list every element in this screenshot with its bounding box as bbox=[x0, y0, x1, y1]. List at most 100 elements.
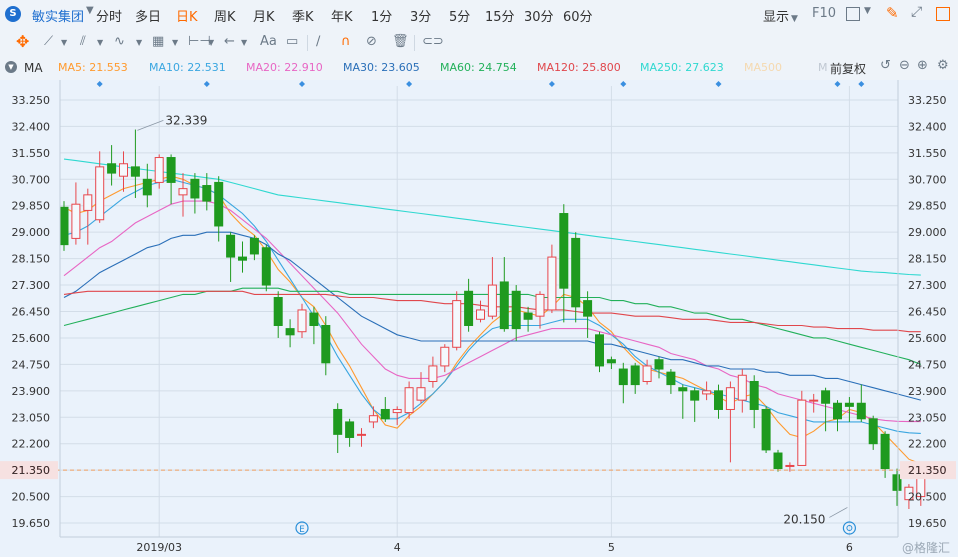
candle bbox=[59, 201, 69, 251]
link-icon[interactable]: ⊂⊃ bbox=[422, 34, 444, 50]
ma-legend-item[interactable]: M bbox=[818, 61, 828, 74]
y-tick-label-left: 22.200 bbox=[12, 438, 51, 451]
period-tab-4[interactable]: 月K bbox=[253, 6, 275, 25]
pencil-icon[interactable]: ✎ bbox=[886, 4, 899, 22]
candle-body bbox=[380, 408, 390, 420]
stock-name[interactable]: 敏实集团 bbox=[32, 6, 84, 25]
text-tool-icon[interactable]: Aa bbox=[260, 34, 277, 50]
candle-body bbox=[690, 390, 700, 401]
y-tick-label-right: 22.200 bbox=[908, 438, 947, 451]
candle-body bbox=[297, 309, 307, 333]
period-tab-11[interactable]: 30分 bbox=[524, 6, 554, 25]
adjust-price-button[interactable]: 前复权 bbox=[830, 60, 866, 77]
fullscreen-icon[interactable] bbox=[936, 7, 950, 21]
ma-legend-item[interactable]: MA250: 27.623 bbox=[640, 61, 724, 74]
f10-button[interactable]: F10 bbox=[812, 6, 836, 21]
period-tab-1[interactable]: 多日 bbox=[135, 6, 161, 25]
candle-body bbox=[166, 157, 176, 183]
zoom-in-icon[interactable]: ⊕ bbox=[917, 58, 928, 73]
stock-dropdown-icon[interactable]: ▼ bbox=[86, 5, 94, 16]
chevron-down-icon[interactable]: ▼ bbox=[61, 35, 67, 51]
candle-body bbox=[844, 402, 854, 407]
ma-legend-item[interactable]: MA5: 21.553 bbox=[58, 61, 128, 74]
ma-legend-item[interactable]: MA120: 25.800 bbox=[537, 61, 621, 74]
candle bbox=[452, 291, 462, 351]
y-tick-label-right: 29.000 bbox=[908, 226, 947, 239]
candle-body bbox=[130, 166, 140, 177]
period-tab-0[interactable]: 分时 bbox=[96, 6, 122, 25]
candle-body bbox=[773, 452, 783, 470]
candle-body bbox=[428, 365, 438, 382]
candle-body bbox=[833, 402, 842, 420]
period-tab-9[interactable]: 5分 bbox=[449, 6, 470, 25]
ma-legend-item[interactable]: MA20: 22.910 bbox=[246, 61, 323, 74]
candle-body bbox=[868, 418, 878, 445]
candle-body bbox=[261, 247, 271, 286]
ma-legend-item[interactable]: MA500 bbox=[744, 61, 782, 74]
y-tick-label-right: 29.850 bbox=[908, 200, 947, 213]
reset-icon[interactable]: ↺ bbox=[880, 58, 891, 73]
period-tab-12[interactable]: 60分 bbox=[563, 6, 593, 25]
period-tab-6[interactable]: 年K bbox=[331, 6, 353, 25]
channel-tool-icon[interactable]: ⫽ bbox=[80, 34, 86, 50]
wave-tool-icon[interactable]: ∿ bbox=[114, 34, 125, 50]
display-label: 显示 bbox=[763, 10, 790, 25]
period-tab-10[interactable]: 15分 bbox=[485, 6, 515, 25]
y-tick-label-left: 29.000 bbox=[12, 226, 51, 239]
period-tab-5[interactable]: 季K bbox=[292, 6, 314, 25]
hide-drawings-icon[interactable]: ⊘ bbox=[366, 34, 377, 50]
candle-body bbox=[809, 399, 819, 402]
ma-legend-item[interactable]: MA60: 24.754 bbox=[440, 61, 517, 74]
candle-body bbox=[547, 256, 557, 311]
settings-icon[interactable]: ⚙ bbox=[937, 58, 949, 73]
candle-body bbox=[214, 181, 224, 227]
candle-body bbox=[154, 157, 164, 183]
candle-body bbox=[190, 178, 200, 199]
trash-icon[interactable]: 🗑 bbox=[392, 34, 409, 50]
chevron-down-icon[interactable]: ▼ bbox=[97, 35, 103, 51]
zoom-out-icon[interactable]: ⊖ bbox=[899, 58, 910, 73]
indicator-dropdown-icon[interactable]: ▼ bbox=[5, 61, 17, 73]
arrow-tool-icon[interactable]: ← bbox=[224, 34, 235, 50]
candle-body bbox=[725, 387, 735, 410]
candle-body bbox=[821, 390, 831, 404]
ruler-tool-icon[interactable]: ∕ bbox=[316, 34, 320, 50]
ma-legend-item[interactable]: MA30: 23.605 bbox=[343, 61, 420, 74]
y-tick-label-left: 26.450 bbox=[12, 306, 51, 319]
ma-legend-item[interactable]: MA10: 22.531 bbox=[149, 61, 226, 74]
indicator-name[interactable]: MA bbox=[24, 61, 43, 75]
candle-body bbox=[511, 290, 521, 330]
expand-icon[interactable]: ⤢ bbox=[911, 4, 922, 20]
chevron-down-icon[interactable]: ▼ bbox=[241, 35, 247, 51]
x-tick-label: 6 bbox=[846, 541, 853, 554]
period-tab-3[interactable]: 周K bbox=[214, 6, 236, 25]
y-tick-label-right: 20.500 bbox=[908, 491, 947, 504]
kline-chart[interactable]: 21.350 21.350 32.339 20.150 E @格隆汇 33.250 33.2… bbox=[0, 80, 958, 557]
candle-body bbox=[618, 368, 628, 386]
y-tick-label-left: 23.050 bbox=[12, 411, 51, 424]
candle-body bbox=[630, 365, 640, 386]
period-tab-2[interactable]: 日K bbox=[176, 6, 198, 25]
chevron-down-icon[interactable]: ▼ bbox=[208, 35, 214, 51]
candle bbox=[595, 331, 604, 373]
candle-body bbox=[178, 188, 188, 196]
magnet-icon[interactable]: ∩ bbox=[341, 34, 351, 50]
fibonacci-tool-icon[interactable]: ▦ bbox=[152, 34, 164, 50]
chevron-down-icon[interactable]: ▼ bbox=[864, 6, 871, 16]
candle bbox=[761, 406, 771, 454]
display-button[interactable]: 显示 ▼ bbox=[763, 6, 798, 25]
candle-body bbox=[749, 380, 759, 410]
line-tool-icon[interactable]: ⟋ bbox=[44, 34, 53, 50]
candle-body bbox=[523, 312, 533, 320]
y-tick-label-right: 24.750 bbox=[908, 358, 947, 371]
chevron-down-icon[interactable]: ▼ bbox=[136, 35, 142, 51]
window-layout-icon[interactable] bbox=[846, 7, 860, 21]
comment-tool-icon[interactable]: ▭ bbox=[286, 34, 298, 50]
candle-body bbox=[59, 206, 69, 246]
chevron-down-icon[interactable]: ▼ bbox=[172, 35, 178, 51]
crosshair-move-icon[interactable]: ✥ bbox=[16, 34, 29, 50]
y-tick-label-right: 19.650 bbox=[908, 517, 947, 530]
period-tab-8[interactable]: 3分 bbox=[410, 6, 431, 25]
y-tick-label-right: 23.050 bbox=[908, 411, 947, 424]
period-tab-7[interactable]: 1分 bbox=[371, 6, 392, 25]
